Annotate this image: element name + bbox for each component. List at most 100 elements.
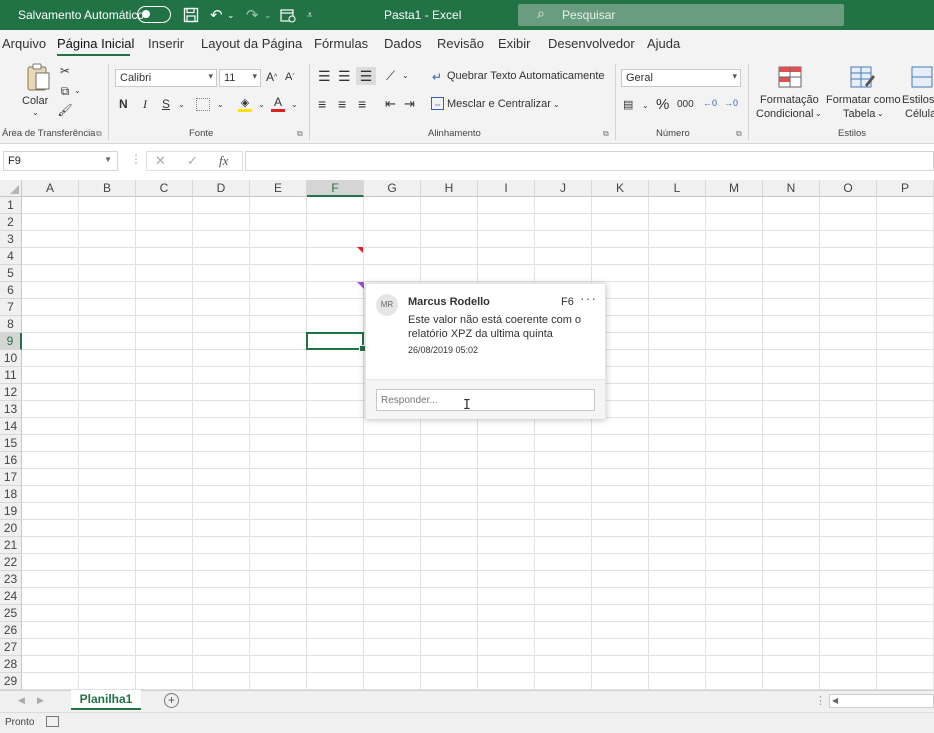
row-header[interactable]: 15 xyxy=(0,435,22,452)
underline-dropdown-icon[interactable]: ⌄ xyxy=(178,100,185,109)
row-header[interactable]: 10 xyxy=(0,350,22,367)
row-header[interactable]: 11 xyxy=(0,367,22,384)
merge-dropdown-icon[interactable]: ⌄ xyxy=(553,100,560,109)
column-header[interactable]: I xyxy=(478,180,535,197)
column-header[interactable]: N xyxy=(763,180,820,197)
decrease-indent-icon[interactable]: ⇤ xyxy=(385,96,396,112)
row-header[interactable]: 14 xyxy=(0,418,22,435)
conditional-dropdown-icon[interactable]: ⌄ xyxy=(815,109,822,118)
tab-arquivo[interactable]: Arquivo xyxy=(2,36,46,51)
row-header[interactable]: 26 xyxy=(0,622,22,639)
comma-style-button[interactable]: 000 xyxy=(677,99,694,110)
insert-function-button[interactable]: fx xyxy=(219,153,228,169)
cut-icon[interactable]: ✂ xyxy=(58,64,72,78)
format-as-table-icon[interactable] xyxy=(849,64,875,90)
paste-icon[interactable] xyxy=(24,62,52,92)
spreadsheet-grid[interactable]: A B C D E F G H I J K L M N O P 1 2 3 4 5 6 7 8 9 10 11 12 13 14 15 16 1… xyxy=(0,180,934,690)
decrease-decimal-icon[interactable]: →0 xyxy=(724,98,738,108)
increase-indent-icon[interactable]: ⇥ xyxy=(404,96,415,112)
prev-sheet-icon[interactable]: ◀ xyxy=(18,695,25,706)
wrap-text-icon[interactable]: ↵ xyxy=(432,70,442,84)
row-header[interactable]: 2 xyxy=(0,214,22,231)
add-sheet-button[interactable]: + xyxy=(164,693,179,708)
thread-indicator[interactable] xyxy=(357,282,364,289)
row-header[interactable]: 4 xyxy=(0,248,22,265)
active-cell-selection[interactable] xyxy=(306,332,366,352)
column-header[interactable]: D xyxy=(193,180,250,197)
save-icon[interactable] xyxy=(183,0,199,30)
column-header[interactable]: C xyxy=(136,180,193,197)
row-header[interactable]: 3 xyxy=(0,231,22,248)
cell-styles-line2[interactable]: Célula xyxy=(905,107,934,121)
row-header[interactable]: 27 xyxy=(0,639,22,656)
cell-styles-icon[interactable] xyxy=(910,64,934,90)
fill-color-dropdown-icon[interactable]: ⌄ xyxy=(258,100,265,109)
font-color-dropdown-icon[interactable]: ⌄ xyxy=(291,100,298,109)
tab-desenvolvedor[interactable]: Desenvolvedor xyxy=(548,36,635,51)
increase-decimal-icon[interactable]: ←0 xyxy=(703,98,717,108)
paste-dropdown-icon[interactable]: ⌄ xyxy=(32,108,39,117)
number-format-select[interactable]: Geral ▾ xyxy=(621,69,741,87)
tab-formulas[interactable]: Fórmulas xyxy=(314,36,368,51)
borders-icon[interactable] xyxy=(196,98,210,111)
search-box[interactable]: ⌕ Pesquisar xyxy=(518,4,844,26)
row-header[interactable]: 19 xyxy=(0,503,22,520)
align-center-icon[interactable]: ≡ xyxy=(338,96,346,112)
column-header[interactable]: J xyxy=(535,180,592,197)
bold-button[interactable]: N xyxy=(119,97,128,111)
number-launcher-icon[interactable]: ⧉ xyxy=(736,129,742,139)
grow-font-icon[interactable]: A ^ xyxy=(266,70,277,84)
cell-styles-line1[interactable]: Estilos xyxy=(902,93,934,107)
orientation-dropdown-icon[interactable]: ⌄ xyxy=(402,71,409,80)
row-header[interactable]: 18 xyxy=(0,486,22,503)
autosave-toggle[interactable] xyxy=(137,6,171,23)
tab-inserir[interactable]: Inserir xyxy=(148,36,184,51)
undo-dropdown-icon[interactable]: ⌄ xyxy=(227,0,235,30)
cancel-icon[interactable]: ✕ xyxy=(155,153,166,169)
column-header[interactable]: H xyxy=(421,180,478,197)
row-header[interactable]: 23 xyxy=(0,571,22,588)
row-header[interactable]: 7 xyxy=(0,299,22,316)
accounting-format-icon[interactable]: ▤ xyxy=(623,98,633,111)
column-header[interactable]: F xyxy=(307,180,364,197)
copy-icon[interactable]: ⧉ xyxy=(58,84,72,98)
accessibility-icon[interactable] xyxy=(46,716,59,727)
percent-style-button[interactable]: % xyxy=(656,96,669,113)
column-header[interactable]: L xyxy=(649,180,706,197)
row-header[interactable]: 20 xyxy=(0,520,22,537)
column-header[interactable]: P xyxy=(877,180,934,197)
align-left-icon[interactable]: ≡ xyxy=(318,96,326,112)
alignment-launcher-icon[interactable]: ⧉ xyxy=(603,129,609,139)
row-header[interactable]: 17 xyxy=(0,469,22,486)
font-launcher-icon[interactable]: ⧉ xyxy=(297,129,303,139)
font-name-select[interactable]: Calibri ▾ xyxy=(115,69,217,87)
paste-label[interactable]: Colar xyxy=(22,94,48,108)
row-header[interactable]: 12 xyxy=(0,384,22,401)
reply-input[interactable] xyxy=(376,389,595,411)
underline-button[interactable]: S xyxy=(162,97,170,111)
tab-dados[interactable]: Dados xyxy=(384,36,422,51)
merge-center-icon[interactable]: ⇔ xyxy=(431,97,444,110)
redo-dropdown-icon[interactable]: ⌄ xyxy=(264,0,272,30)
next-sheet-icon[interactable]: ▶ xyxy=(37,695,44,706)
column-header[interactable]: O xyxy=(820,180,877,197)
font-color-icon[interactable]: A xyxy=(271,95,285,113)
row-header[interactable]: 6 xyxy=(0,282,22,299)
tab-exibir[interactable]: Exibir xyxy=(498,36,531,51)
wrap-text-button[interactable]: Quebrar Texto Automaticamente xyxy=(447,70,605,82)
row-header[interactable]: 5 xyxy=(0,265,22,282)
tab-splitter-icon[interactable]: ⋮ xyxy=(815,694,826,707)
row-header[interactable]: 29 xyxy=(0,673,22,690)
formula-input[interactable] xyxy=(245,151,934,171)
copy-dropdown-icon[interactable]: ⌄ xyxy=(74,86,81,95)
accounting-dropdown-icon[interactable]: ⌄ xyxy=(642,101,649,110)
enter-icon[interactable]: ✓ xyxy=(187,153,198,169)
row-header[interactable]: 16 xyxy=(0,452,22,469)
column-header[interactable]: E xyxy=(250,180,307,197)
column-header[interactable]: M xyxy=(706,180,763,197)
column-header[interactable]: B xyxy=(79,180,136,197)
row-header[interactable]: 1 xyxy=(0,197,22,214)
redo-icon[interactable]: ↷ xyxy=(246,0,259,30)
row-header[interactable]: 24 xyxy=(0,588,22,605)
font-size-select[interactable]: 11 ▾ xyxy=(219,69,261,87)
